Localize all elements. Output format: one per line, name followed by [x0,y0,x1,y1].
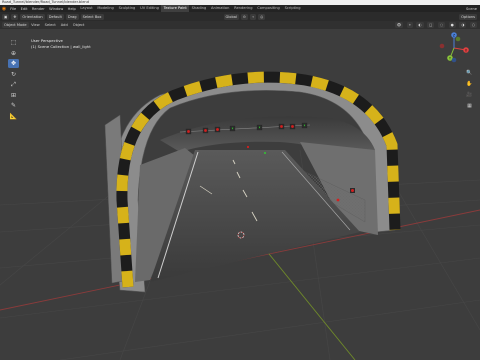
object-mode-dropdown[interactable]: Object Mode [2,22,29,28]
menu-view[interactable]: View [29,23,43,27]
menu-help[interactable]: Help [65,7,78,11]
tab-animation[interactable]: Animation [209,5,232,12]
viewport-canvas[interactable] [0,29,480,360]
pan-hand-icon[interactable]: ✋ [465,79,474,88]
drag-label: Drag [65,13,79,20]
tab-rendering[interactable]: Rendering [232,5,255,12]
shading-wireframe-icon[interactable]: ◌ [437,22,446,28]
tab-modeling[interactable]: Modeling [95,5,116,12]
cursor-tool-icon[interactable]: ⊕ [8,49,19,58]
viewport-header: Object Mode View Select Add Object 👁 ⌖ ◐… [0,21,480,29]
editor-type-icon[interactable]: ▣ [2,13,10,20]
blender-logo-icon[interactable]: ◉ [0,5,8,12]
options-dropdown[interactable]: Options [459,13,477,20]
scene-selector[interactable]: Scene [466,7,480,11]
tab-texture-paint[interactable]: Texture Paint [161,5,190,12]
viewport-collection-label: (1) Scene Collection | wall_light [31,44,91,49]
shading-material-icon[interactable]: ◑ [459,22,467,28]
overlays-icon[interactable]: ◐ [416,22,424,28]
scale-tool-icon[interactable]: ⤢ [8,80,19,89]
top-menu-bar: ◉ File Edit Render Window Help Layout Mo… [0,5,480,12]
window-title: Road_Tunnel/blender/Road_Tunnel/blender.… [2,0,89,4]
move-tool-icon[interactable]: ✥ [8,59,19,68]
proportional-edit-icon[interactable]: ◎ [258,13,266,20]
shading-rendered-icon[interactable]: ○ [469,22,477,28]
transform-orientation-dropdown[interactable]: Global [223,13,239,20]
measure-tool-icon[interactable]: 📐 [8,112,19,121]
menu-edit[interactable]: Edit [18,7,29,11]
drag-dropdown[interactable]: Select Box [80,13,104,20]
tab-compositing[interactable]: Compositing [255,5,282,12]
zoom-icon[interactable]: 🔍 [465,68,474,77]
camera-view-icon[interactable]: 🎥 [465,90,474,99]
select-box-tool-icon[interactable]: ⬚ [8,38,19,47]
transform-icon[interactable]: ✥ [11,13,19,20]
gizmo-y-label: Y [449,56,451,60]
tab-uv-editing[interactable]: UV Editing [138,5,162,12]
menu-select[interactable]: Select [42,23,58,27]
annotate-tool-icon[interactable]: ✎ [8,101,19,110]
orientation-dropdown[interactable]: Default [46,13,64,20]
perspective-toggle-icon[interactable]: ▦ [465,101,474,110]
menu-render[interactable]: Render [30,7,47,11]
menu-window[interactable]: Window [47,7,66,11]
menu-object[interactable]: Object [70,23,87,27]
snap-icon[interactable]: ⌁ [250,13,257,20]
shading-solid-icon[interactable]: ● [448,22,456,28]
tool-settings-header: ▣ ✥ Orientation Default Drag Select Box … [0,12,480,21]
tab-sculpting[interactable]: Sculpting [116,5,138,12]
xray-icon[interactable]: ▢ [427,22,435,28]
transform-tool-icon[interactable]: ⊞ [8,91,19,100]
gizmo-toggle-icon[interactable]: ⌖ [406,22,413,28]
orientation-label: Orientation [20,13,45,20]
menu-add[interactable]: Add [58,23,70,27]
tab-layout[interactable]: Layout [78,5,95,12]
rotate-tool-icon[interactable]: ↻ [8,70,19,79]
pivot-icon[interactable]: ⊙ [240,13,248,20]
tab-scripting[interactable]: Scripting [282,5,303,12]
menu-file[interactable]: File [8,7,18,11]
tab-shading[interactable]: Shading [189,5,208,12]
viewport-perspective-label: User Perspective [31,38,63,43]
left-toolbar: ⬚ ⊕ ✥ ↻ ⤢ ⊞ ✎ 📐 [8,38,19,122]
navigation-gizmo[interactable]: X Y Z [432,30,476,66]
visibility-icon[interactable]: 👁 [394,22,404,28]
